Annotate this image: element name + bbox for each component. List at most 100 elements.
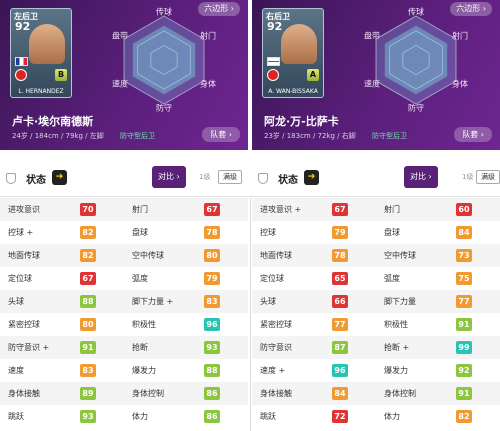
radar-svg [123, 15, 205, 105]
stat-label: 爆发力 [384, 366, 408, 375]
stat-row: 头球 88 脚下力量 + 83 [0, 290, 248, 313]
player-role: 防守型后卫 [372, 132, 407, 140]
stat-label: 脚下力量 + [132, 297, 174, 306]
stat-cell: 跳跃 72 [252, 405, 376, 428]
right-player-card[interactable]: 右后卫 92 A A. WAN-BISSAKA [262, 8, 324, 98]
stat-cell: 积极性 96 [124, 313, 248, 336]
stat-cell: 脚下力量 + 83 [124, 290, 248, 313]
radar-label: 速度 [112, 79, 128, 89]
stat-value: 80 [204, 249, 220, 262]
stat-label: 积极性 [384, 320, 408, 329]
stat-cell: 盘球 78 [124, 221, 248, 244]
stat-value: 67 [204, 203, 220, 216]
stat-value: 67 [332, 203, 348, 216]
stat-label: 射门 [132, 205, 148, 214]
stat-cell: 紧密控球 80 [0, 313, 124, 336]
stat-label: 身体接触 [260, 389, 292, 398]
grade-badge: A [307, 69, 319, 81]
stat-label: 控球 + [8, 228, 34, 237]
stat-label: 控球 [260, 228, 276, 237]
nation-flag-icon [267, 57, 280, 66]
stat-label: 头球 [260, 297, 276, 306]
radar-label: 射门 [452, 31, 468, 41]
hexagon-button[interactable]: 六边形 › [450, 2, 492, 16]
stat-cell: 防守意识 87 [252, 336, 376, 359]
stat-label: 体力 [384, 412, 400, 421]
stat-value: 89 [80, 387, 96, 400]
stat-value: 77 [332, 318, 348, 331]
nation-flag-icon [15, 57, 28, 66]
stat-row: 头球 66 脚下力量 77 [252, 290, 500, 313]
stat-label: 防守意识 [260, 343, 292, 352]
stat-cell: 地面传球 78 [252, 244, 376, 267]
stat-cell: 射门 60 [376, 198, 500, 221]
stat-label: 脚下力量 [384, 297, 416, 306]
stat-cell: 定位球 67 [0, 267, 124, 290]
card-player-name: A. WAN-BISSAKA [268, 88, 318, 95]
stat-cell: 弧度 75 [376, 267, 500, 290]
player-role: 防守型后卫 [120, 132, 155, 140]
stat-row: 紧密控球 77 积极性 91 [252, 313, 500, 336]
radar-label: 防守 [156, 103, 172, 113]
stat-label: 速度 [8, 366, 24, 375]
stat-value: 83 [80, 364, 96, 377]
stat-label: 防守意识 + [8, 343, 50, 352]
stat-label: 弧度 [384, 274, 400, 283]
stat-row: 身体接触 89 身体控制 86 [0, 382, 248, 405]
stat-row: 紧密控球 80 积极性 96 [0, 313, 248, 336]
radar-label: 盘带 [364, 31, 380, 41]
stat-label: 地面传球 [260, 251, 292, 260]
radar-label: 传球 [156, 7, 172, 17]
team-style-button[interactable]: 队套 › [454, 127, 492, 142]
stat-row: 速度 83 爆发力 88 [0, 359, 248, 382]
club-badge-icon [15, 69, 27, 81]
stat-value: 82 [456, 410, 472, 423]
radar-label: 身体 [452, 79, 468, 89]
stat-value: 70 [80, 203, 96, 216]
stat-label: 积极性 [132, 320, 156, 329]
radar-label: 射门 [200, 31, 216, 41]
stat-row: 跳跃 93 体力 86 [0, 405, 248, 428]
compare-button[interactable]: 对比 › [152, 166, 186, 188]
player-name: 阿龙·万-比萨卡 [264, 115, 339, 128]
player-name: 卢卡·埃尔南德斯 [12, 115, 94, 128]
stat-label: 身体接触 [8, 389, 40, 398]
max-level-button[interactable]: 满级 [476, 170, 500, 184]
stat-value: 75 [456, 272, 472, 285]
stat-value: 66 [332, 295, 348, 308]
stat-cell: 脚下力量 77 [376, 290, 500, 313]
stat-value: 91 [80, 341, 96, 354]
stat-value: 78 [332, 249, 348, 262]
stats-table-right: 进攻意识 + 67 射门 60 控球 79 盘球 84 地面传球 78 空中传球 73 定位球 65 弧度 7… [252, 198, 500, 428]
stat-row: 进攻意识 70 射门 67 [0, 198, 248, 221]
condition-arrow-icon[interactable]: ➔ [52, 170, 67, 185]
team-style-button[interactable]: 队套 › [202, 127, 240, 142]
stat-value: 82 [80, 249, 96, 262]
condition-arrow-icon[interactable]: ➔ [304, 170, 319, 185]
stat-value: 96 [332, 364, 348, 377]
column-divider [250, 198, 251, 431]
stat-value: 77 [456, 295, 472, 308]
compare-button[interactable]: 对比 › [404, 166, 438, 188]
stat-label: 速度 + [260, 366, 286, 375]
hexagon-button[interactable]: 六边形 › [198, 2, 240, 16]
stats-table-left: 进攻意识 70 射门 67 控球 + 82 盘球 78 地面传球 82 空中传球 80 定位球 67 弧度 7… [0, 198, 248, 428]
stat-cell: 体力 86 [124, 405, 248, 428]
club-badge-icon [267, 69, 279, 81]
stat-value: 86 [204, 387, 220, 400]
stat-value: 67 [80, 272, 96, 285]
shield-icon [258, 173, 268, 184]
stat-label: 定位球 [8, 274, 32, 283]
stat-cell: 体力 82 [376, 405, 500, 428]
stat-cell: 头球 88 [0, 290, 124, 313]
stat-cell: 进攻意识 70 [0, 198, 124, 221]
stat-value: 92 [456, 364, 472, 377]
stat-cell: 弧度 79 [124, 267, 248, 290]
stat-label: 紧密控球 [260, 320, 292, 329]
stat-value: 78 [204, 226, 220, 239]
stat-cell: 抢断 + 99 [376, 336, 500, 359]
left-player-card[interactable]: 左后卫 92 B L. HERNANDEZ [10, 8, 72, 98]
max-level-button[interactable]: 满级 [218, 170, 242, 184]
stat-cell: 爆发力 92 [376, 359, 500, 382]
stat-row: 速度 + 96 爆发力 92 [252, 359, 500, 382]
